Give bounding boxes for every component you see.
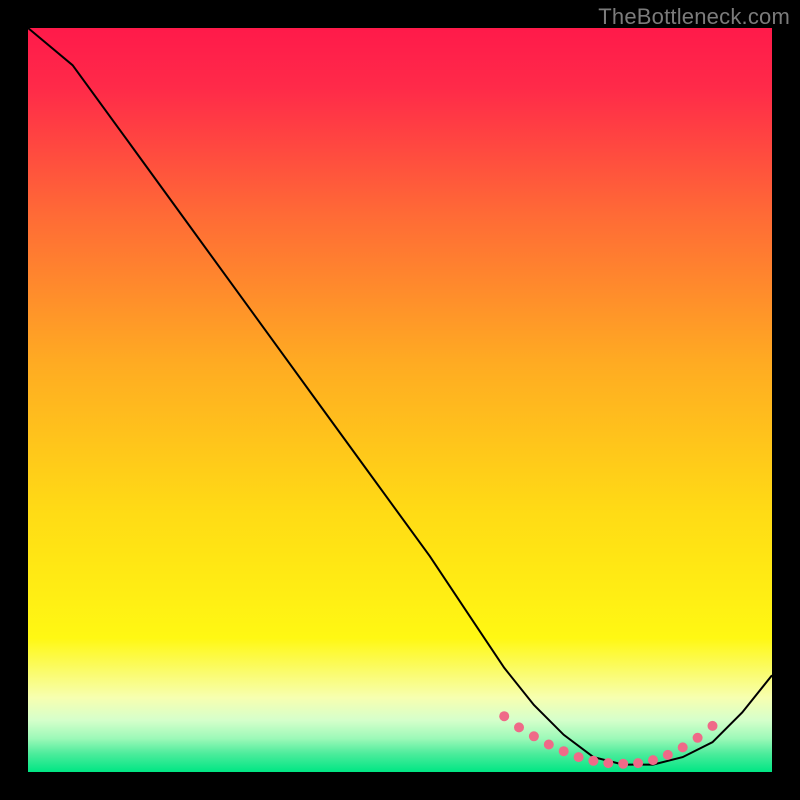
- trough-marker-dot: [618, 759, 628, 769]
- trough-marker-dot: [529, 731, 539, 741]
- trough-marker-dot: [633, 758, 643, 768]
- trough-marker-dot: [663, 750, 673, 760]
- trough-marker-dot: [588, 756, 598, 766]
- chart-plot: [28, 28, 772, 772]
- trough-marker-dot: [559, 746, 569, 756]
- trough-marker-dot: [693, 733, 703, 743]
- trough-marker-dot: [648, 755, 658, 765]
- trough-marker-dot: [708, 721, 718, 731]
- trough-marker-dot: [499, 711, 509, 721]
- chart-background: [28, 28, 772, 772]
- trough-marker-dot: [514, 722, 524, 732]
- chart-frame: TheBottleneck.com: [0, 0, 800, 800]
- trough-marker-dot: [603, 758, 613, 768]
- trough-marker-dot: [574, 752, 584, 762]
- trough-marker-dot: [544, 740, 554, 750]
- chart-svg: [28, 28, 772, 772]
- watermark-text: TheBottleneck.com: [598, 4, 790, 30]
- trough-marker-dot: [678, 742, 688, 752]
